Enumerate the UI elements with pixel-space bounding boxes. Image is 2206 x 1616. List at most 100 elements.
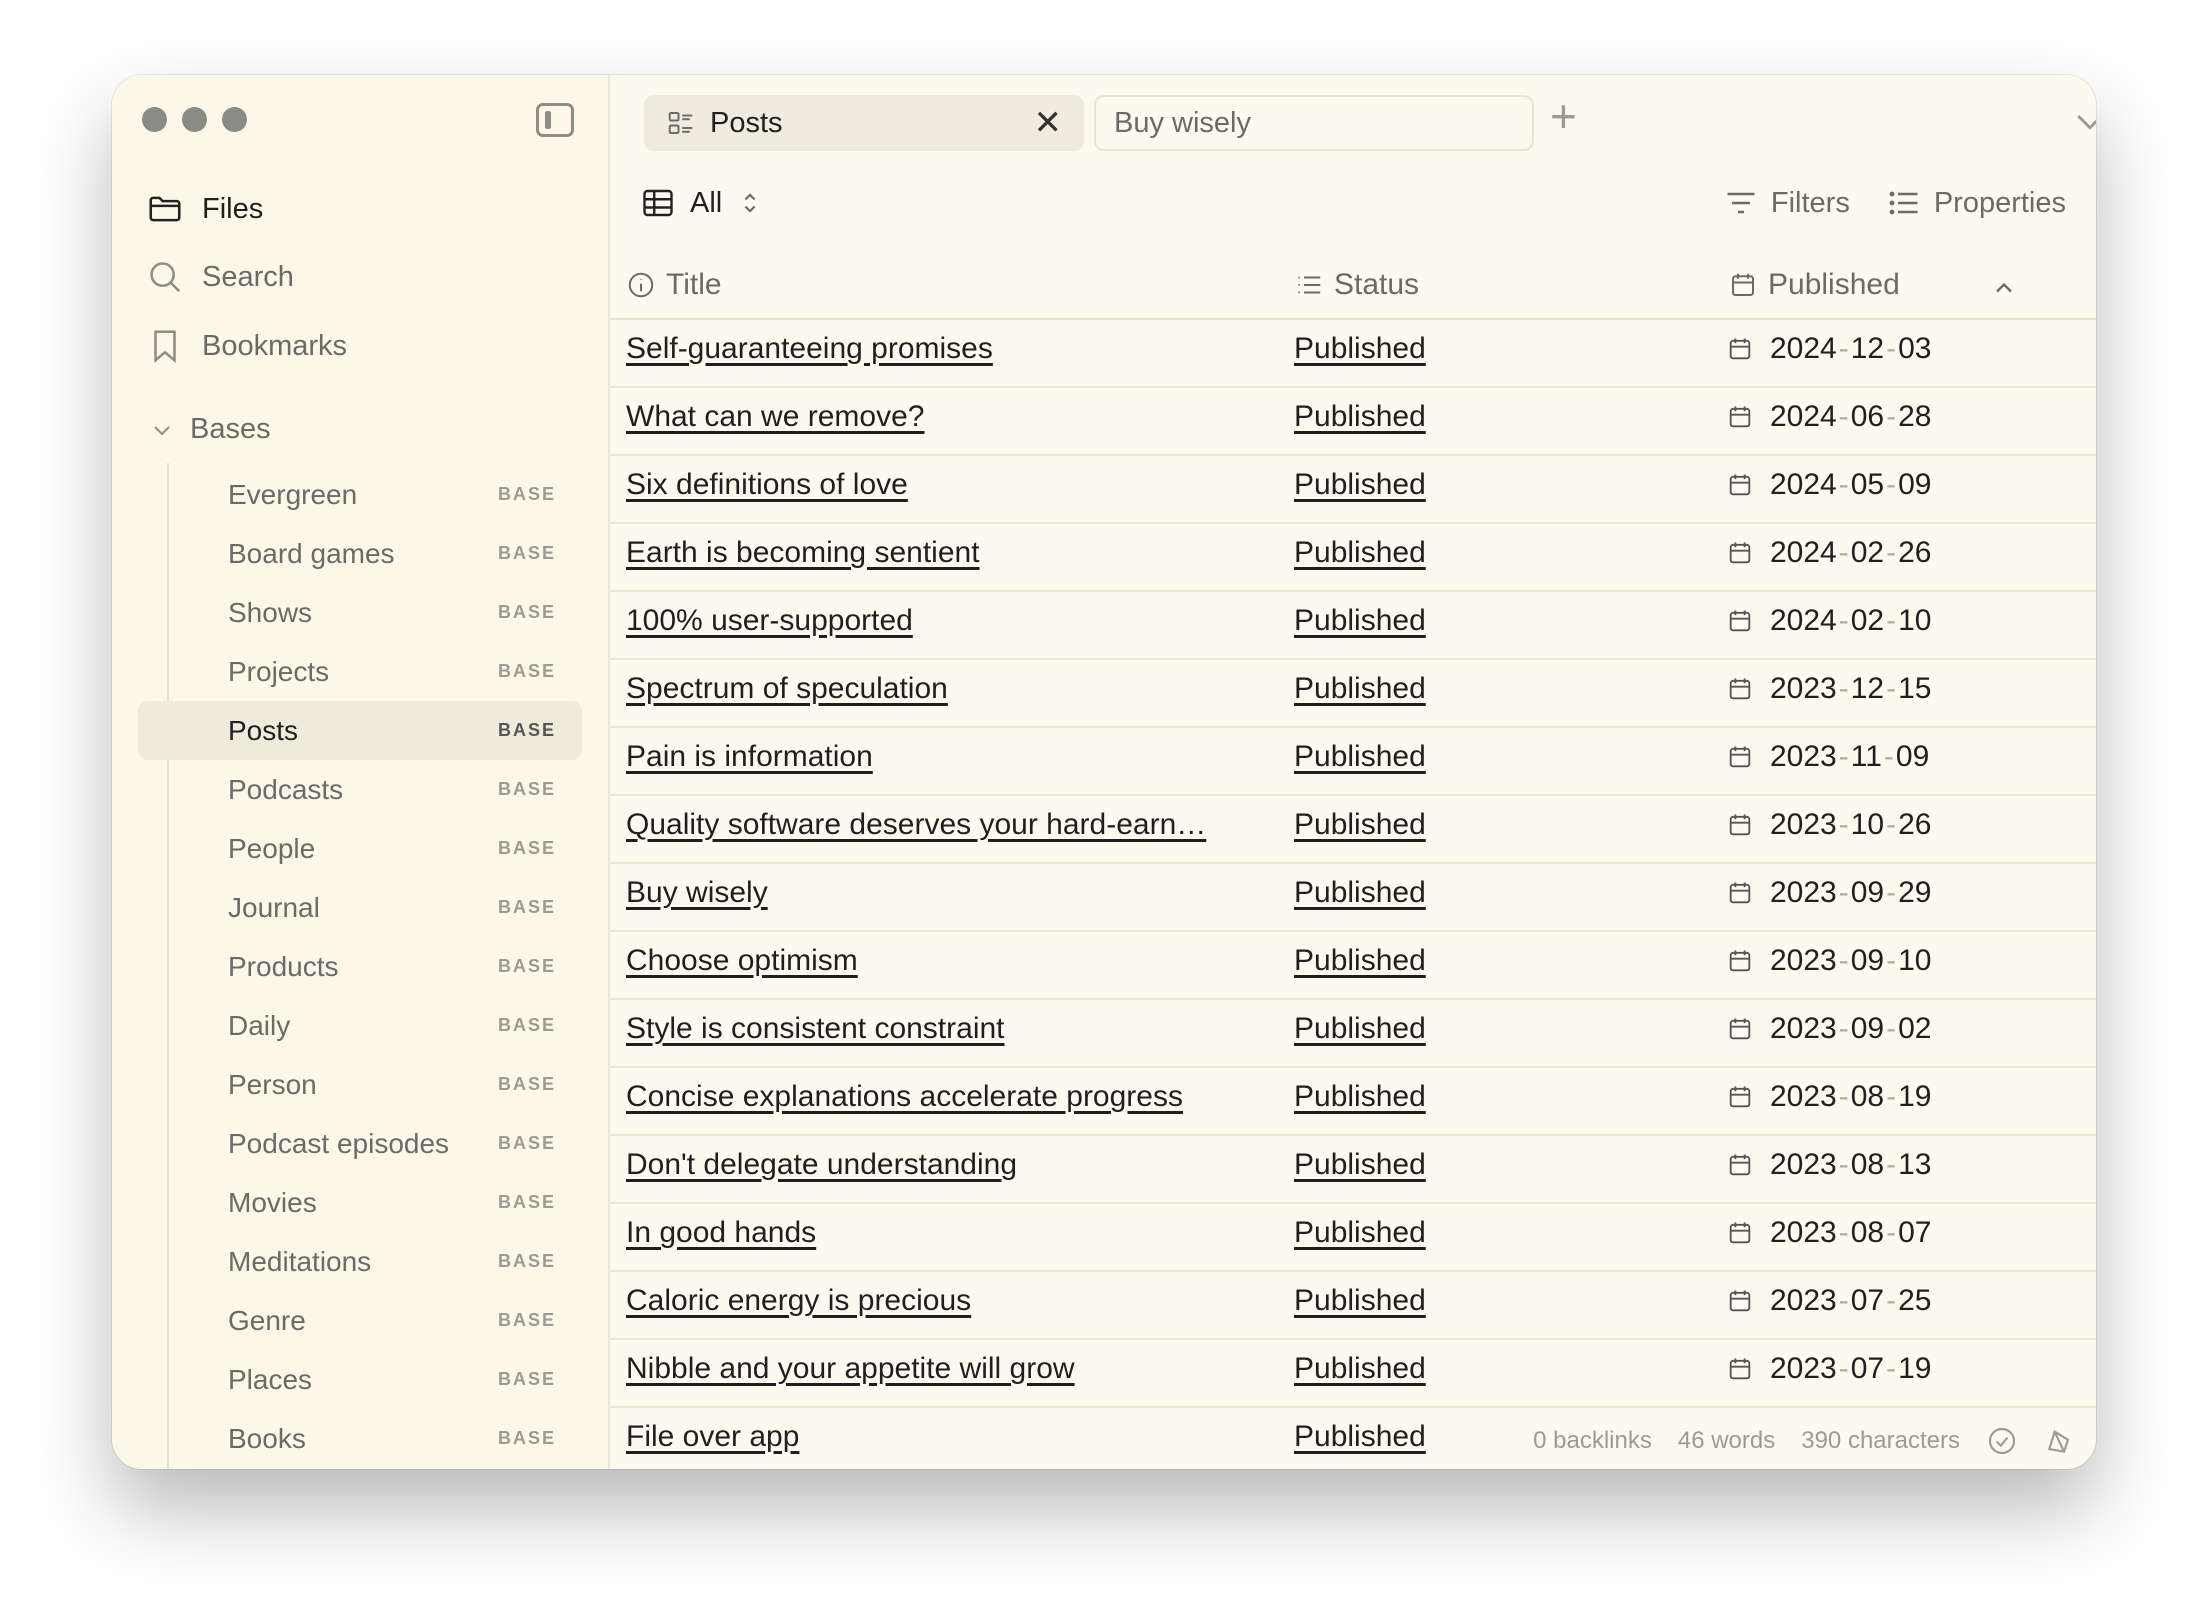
new-tab-button[interactable]: + — [1550, 89, 1577, 143]
published-date[interactable]: 2023-09-02 — [1726, 1012, 1932, 1046]
post-title-link[interactable]: Choose optimism — [626, 944, 1266, 978]
sidebar-item-genre[interactable]: Genre BASE — [138, 1291, 582, 1350]
published-date[interactable]: 2024-12-03 — [1726, 332, 1932, 366]
table-row[interactable]: 100% user-supported Published 2024-02-10 — [610, 592, 2096, 660]
nav-search[interactable]: Search — [146, 258, 294, 296]
minimize-window-button[interactable] — [182, 107, 207, 132]
status-link[interactable]: Published — [1294, 332, 1426, 366]
check-circle-icon[interactable] — [1986, 1425, 2018, 1457]
published-date[interactable]: 2023-07-25 — [1726, 1284, 1932, 1318]
published-date[interactable]: 2024-02-10 — [1726, 604, 1932, 638]
bases-folder-toggle[interactable]: Bases — [150, 413, 271, 446]
post-title-link[interactable]: Quality software deserves your hard-earn… — [626, 808, 1266, 842]
column-header-title[interactable]: Title — [626, 268, 722, 302]
table-row[interactable]: Choose optimism Published 2023-09-10 — [610, 932, 2096, 1000]
status-link[interactable]: Published — [1294, 1216, 1426, 1250]
published-date[interactable]: 2023-10-26 — [1726, 808, 1932, 842]
table-row[interactable]: Quality software deserves your hard-earn… — [610, 796, 2096, 864]
tab-buy-wisely[interactable]: Buy wisely — [1094, 95, 1534, 151]
published-date[interactable]: 2023-12-15 — [1726, 672, 1932, 706]
sidebar-item-podcasts[interactable]: Podcasts BASE — [138, 760, 582, 819]
sidebar-item-movies[interactable]: Movies BASE — [138, 1173, 582, 1232]
published-date[interactable]: 2023-08-19 — [1726, 1080, 1932, 1114]
published-date[interactable]: 2024-05-09 — [1726, 468, 1932, 502]
status-link[interactable]: Published — [1294, 876, 1426, 910]
table-row[interactable]: What can we remove? Published 2024-06-28 — [610, 388, 2096, 456]
post-title-link[interactable]: Spectrum of speculation — [626, 672, 1266, 706]
sidebar-item-places[interactable]: Places BASE — [138, 1350, 582, 1409]
sidebar-item-board-games[interactable]: Board games BASE — [138, 524, 582, 583]
post-title-link[interactable]: 100% user-supported — [626, 604, 1266, 638]
post-title-link[interactable]: Concise explanations accelerate progress — [626, 1080, 1266, 1114]
backlinks-count[interactable]: 0 backlinks — [1533, 1427, 1652, 1455]
post-title-link[interactable]: Style is consistent constraint — [626, 1012, 1266, 1046]
table-row[interactable]: Caloric energy is precious Published 2023-… — [610, 1272, 2096, 1340]
status-link[interactable]: Published — [1294, 1420, 1426, 1454]
post-title-link[interactable]: Self-guaranteeing promises — [626, 332, 1266, 366]
published-date[interactable]: 2024-06-28 — [1726, 400, 1932, 434]
sidebar-item-products[interactable]: Products BASE — [138, 937, 582, 996]
post-title-link[interactable]: Earth is becoming sentient — [626, 536, 1266, 570]
table-row[interactable]: Earth is becoming sentient Published 2024-… — [610, 524, 2096, 592]
table-row[interactable]: Pain is information Published 2023-11-09 — [610, 728, 2096, 796]
table-row[interactable]: Don't delegate understanding Published 202… — [610, 1136, 2096, 1204]
status-link[interactable]: Published — [1294, 1284, 1426, 1318]
status-link[interactable]: Published — [1294, 1148, 1426, 1182]
sidebar-item-people[interactable]: People BASE — [138, 819, 582, 878]
published-date[interactable]: 2023-09-10 — [1726, 944, 1932, 978]
table-row[interactable]: Concise explanations accelerate progress… — [610, 1068, 2096, 1136]
nav-files[interactable]: Files — [146, 190, 263, 228]
sidebar-item-journal[interactable]: Journal BASE — [138, 878, 582, 937]
status-link[interactable]: Published — [1294, 400, 1426, 434]
chevron-up-icon[interactable] — [1990, 274, 2018, 302]
table-row[interactable]: In good hands Published 2023-08-07 — [610, 1204, 2096, 1272]
sidebar-item-shows[interactable]: Shows BASE — [138, 583, 582, 642]
close-window-button[interactable] — [142, 107, 167, 132]
published-date[interactable]: 2023-07-19 — [1726, 1352, 1932, 1386]
view-selector[interactable]: All — [640, 185, 764, 221]
table-row[interactable]: Style is consistent constraint Published 2… — [610, 1000, 2096, 1068]
post-title-link[interactable]: Caloric energy is precious — [626, 1284, 1266, 1318]
post-title-link[interactable]: Pain is information — [626, 740, 1266, 774]
zoom-window-button[interactable] — [222, 107, 247, 132]
filters-button[interactable]: Filters — [1723, 185, 1850, 221]
sidebar-item-meditations[interactable]: Meditations BASE — [138, 1232, 582, 1291]
sidebar-item-daily[interactable]: Daily BASE — [138, 996, 582, 1055]
properties-button[interactable]: Properties — [1886, 185, 2066, 221]
tab-posts[interactable]: Posts ✕ — [644, 95, 1084, 151]
table-row[interactable]: Self-guaranteeing promises Published 2024-… — [610, 320, 2096, 388]
status-link[interactable]: Published — [1294, 1080, 1426, 1114]
column-header-status[interactable]: Status — [1294, 268, 1419, 302]
published-date[interactable]: 2024-02-26 — [1726, 536, 1932, 570]
sidebar-item-projects[interactable]: Projects BASE — [138, 642, 582, 701]
sync-icon[interactable] — [2044, 1425, 2076, 1457]
column-header-published[interactable]: Published — [1728, 268, 1900, 302]
post-title-link[interactable]: Six definitions of love — [626, 468, 1266, 502]
sidebar-item-books[interactable]: Books BASE — [138, 1409, 582, 1468]
chevron-down-icon[interactable] — [2070, 101, 2096, 141]
status-link[interactable]: Published — [1294, 808, 1426, 842]
status-link[interactable]: Published — [1294, 944, 1426, 978]
post-title-link[interactable]: Buy wisely — [626, 876, 1266, 910]
published-date[interactable]: 2023-09-29 — [1726, 876, 1932, 910]
sidebar-item-evergreen[interactable]: Evergreen BASE — [138, 465, 582, 524]
post-title-link[interactable]: Don't delegate understanding — [626, 1148, 1266, 1182]
post-title-link[interactable]: What can we remove? — [626, 400, 1266, 434]
published-date[interactable]: 2023-08-07 — [1726, 1216, 1932, 1250]
table-row[interactable]: Nibble and your appetite will grow Publis… — [610, 1340, 2096, 1408]
sidebar-item-podcast-episodes[interactable]: Podcast episodes BASE — [138, 1114, 582, 1173]
published-date[interactable]: 2023-11-09 — [1726, 740, 1929, 774]
sidebar-toggle-icon[interactable] — [536, 103, 574, 137]
sidebar-item-person[interactable]: Person BASE — [138, 1055, 582, 1114]
status-link[interactable]: Published — [1294, 468, 1426, 502]
post-title-link[interactable]: In good hands — [626, 1216, 1266, 1250]
status-link[interactable]: Published — [1294, 740, 1426, 774]
status-link[interactable]: Published — [1294, 1352, 1426, 1386]
nav-bookmarks[interactable]: Bookmarks — [146, 327, 347, 365]
status-link[interactable]: Published — [1294, 604, 1426, 638]
published-date[interactable]: 2023-08-13 — [1726, 1148, 1932, 1182]
table-row[interactable]: Six definitions of love Published 2024-05-… — [610, 456, 2096, 524]
status-link[interactable]: Published — [1294, 672, 1426, 706]
sidebar-item-posts[interactable]: Posts BASE — [138, 701, 582, 760]
table-row[interactable]: Spectrum of speculation Published 2023-12-… — [610, 660, 2096, 728]
